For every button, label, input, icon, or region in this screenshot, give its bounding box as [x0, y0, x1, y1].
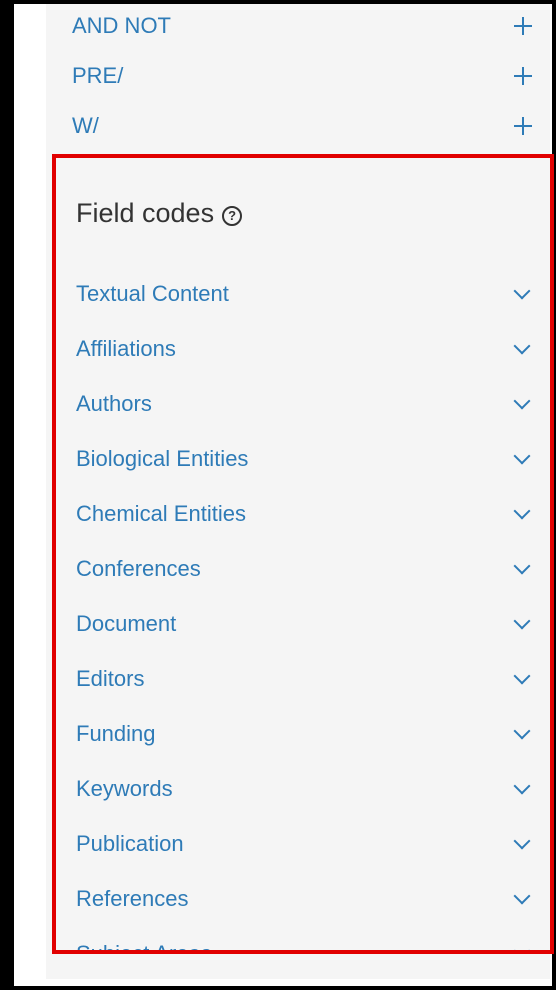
field-code-keywords[interactable]: Keywords — [76, 761, 536, 816]
field-code-references[interactable]: References — [76, 871, 536, 926]
field-code-textual-content[interactable]: Textual Content — [76, 266, 536, 321]
field-codes-heading: Field codes ? — [76, 198, 243, 229]
chevron-down-icon[interactable] — [513, 282, 531, 299]
field-code-label: Conferences — [76, 555, 201, 581]
field-code-publication[interactable]: Publication — [76, 816, 536, 871]
chevron-down-icon[interactable] — [513, 722, 531, 739]
operator-label: W/ — [72, 113, 99, 138]
operator-label: AND NOT — [72, 13, 171, 38]
field-code-label: Editors — [76, 665, 145, 691]
operator-and-not[interactable]: AND NOT — [72, 6, 542, 46]
chevron-down-icon[interactable] — [513, 557, 531, 574]
operator-pre[interactable]: PRE/ — [72, 56, 542, 96]
chevron-down-icon[interactable] — [513, 447, 531, 464]
field-code-label: Affiliations — [76, 335, 176, 361]
field-code-document[interactable]: Document — [76, 596, 536, 651]
plus-icon[interactable] — [514, 17, 532, 35]
plus-icon[interactable] — [514, 117, 532, 135]
chevron-down-icon[interactable] — [513, 942, 531, 950]
field-code-label: References — [76, 885, 189, 911]
chevron-down-icon[interactable] — [513, 337, 531, 354]
field-code-label: Keywords — [76, 775, 173, 801]
question-circle-icon[interactable]: ? — [222, 205, 243, 226]
field-code-label: Textual Content — [76, 280, 229, 306]
field-codes-section: Field codes ? Textual Content Affiliatio… — [52, 154, 554, 954]
chevron-down-icon[interactable] — [513, 777, 531, 794]
operator-w[interactable]: W/ — [72, 106, 542, 146]
field-code-label: Chemical Entities — [76, 500, 246, 526]
field-code-label: Funding — [76, 720, 156, 746]
chevron-down-icon[interactable] — [513, 502, 531, 519]
field-code-label: Biological Entities — [76, 445, 249, 471]
field-codes-title: Field codes — [76, 198, 215, 228]
chevron-down-icon[interactable] — [513, 887, 531, 904]
field-code-label: Authors — [76, 390, 152, 416]
field-code-label: Document — [76, 610, 177, 636]
field-code-affiliations[interactable]: Affiliations — [76, 321, 536, 376]
field-code-chemical-entities[interactable]: Chemical Entities — [76, 486, 536, 541]
field-codes-list: Textual Content Affiliations Authors Bio… — [76, 266, 536, 954]
chevron-down-icon[interactable] — [513, 392, 531, 409]
operator-label: PRE/ — [72, 63, 124, 88]
field-code-biological-entities[interactable]: Biological Entities — [76, 431, 536, 486]
chevron-down-icon[interactable] — [513, 612, 531, 629]
field-code-authors[interactable]: Authors — [76, 376, 536, 431]
field-code-label: Subject Areas — [76, 940, 212, 954]
field-code-funding[interactable]: Funding — [76, 706, 536, 761]
field-code-subject-areas[interactable]: Subject Areas — [76, 926, 536, 954]
chevron-down-icon[interactable] — [513, 667, 531, 684]
window-frame: AND NOT PRE/ W/ Field codes ? Textual Co… — [0, 0, 556, 990]
plus-icon[interactable] — [514, 67, 532, 85]
field-code-editors[interactable]: Editors — [76, 651, 536, 706]
field-code-conferences[interactable]: Conferences — [76, 541, 536, 596]
chevron-down-icon[interactable] — [513, 832, 531, 849]
field-code-label: Publication — [76, 830, 184, 856]
